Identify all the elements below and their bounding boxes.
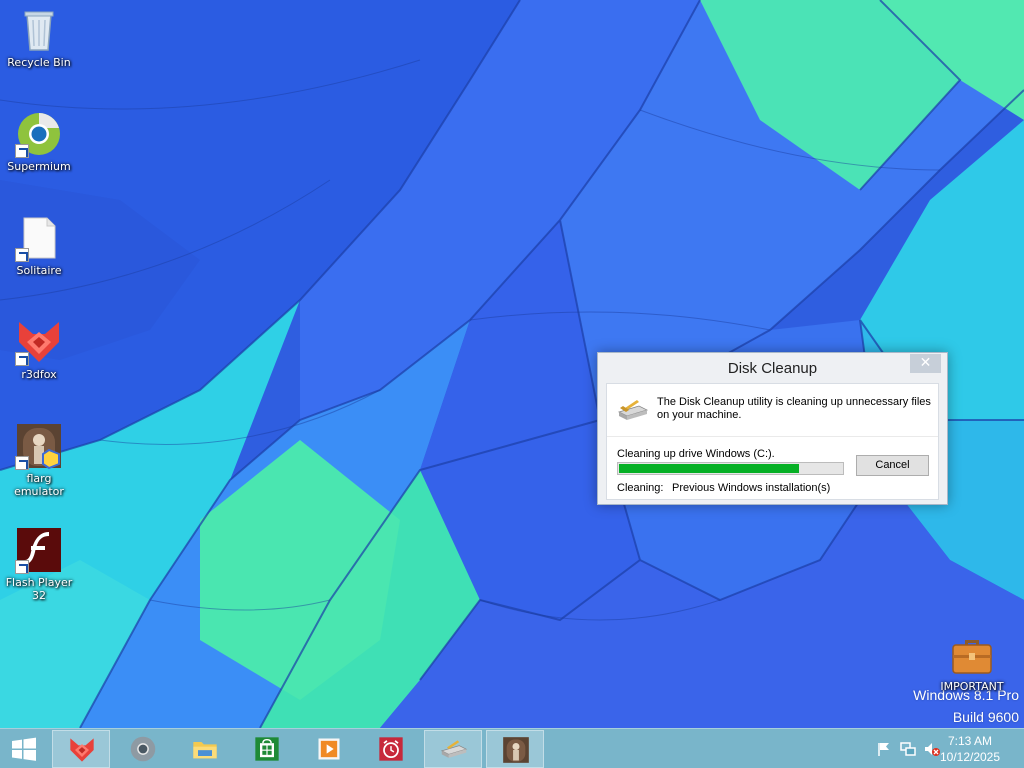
windows-logo-icon (12, 737, 36, 761)
flarg-emulator-icon (503, 737, 529, 763)
progress-fill (619, 464, 799, 473)
close-button[interactable]: ✕ (910, 354, 941, 373)
disk-cleanup-icon (617, 398, 649, 422)
flag-icon[interactable] (876, 741, 892, 757)
taskbar-button-flarg-emulator[interactable] (486, 730, 544, 768)
taskbar: 7:13 AM 10/12/2025 (0, 728, 1024, 768)
network-icon[interactable] (900, 741, 916, 757)
alarm-clock-icon (379, 737, 403, 761)
status-label: Cleaning: (617, 482, 664, 494)
blank-file-icon (15, 214, 63, 262)
flash-player-icon (15, 526, 63, 574)
supermium-browser-icon (130, 736, 156, 762)
desktop-icon-label: r3dfox (21, 368, 57, 381)
divider (607, 436, 938, 437)
r3dfox-browser-icon (70, 738, 94, 762)
desktop-icon-label: IMPORTANT (940, 680, 1004, 693)
clock-date: 10/12/2025 (939, 750, 1001, 764)
desktop-icon-label: Solitaire (16, 264, 62, 277)
desktop-icon-important[interactable]: IMPORTANT (934, 630, 1010, 693)
clock-time: 7:13 AM (947, 734, 993, 748)
shortcut-arrow-icon (15, 456, 29, 470)
desktop-icon-solitaire[interactable]: Solitaire (1, 214, 77, 277)
shortcut-arrow-icon (15, 352, 29, 366)
supermium-browser-icon (15, 110, 63, 158)
dialog-titlebar[interactable]: Disk Cleanup ✕ (598, 353, 947, 381)
desktop-icon-supermium[interactable]: Supermium (1, 110, 77, 173)
taskbar-button-r3dfox[interactable] (52, 730, 110, 768)
desktop-icon-label: Recycle Bin (7, 56, 71, 69)
taskbar-button-file-explorer[interactable] (176, 730, 234, 768)
dialog-message: The Disk Cleanup utility is cleaning up … (657, 396, 931, 421)
briefcase-icon (948, 630, 996, 678)
flarg-emulator-icon (15, 422, 63, 470)
desktop-icon-r3dfox[interactable]: r3dfox (1, 318, 77, 381)
status-value: Previous Windows installation(s) (672, 482, 831, 494)
recycle-bin-icon (15, 6, 63, 54)
progress-bar (617, 462, 844, 475)
cancel-button[interactable]: Cancel (856, 455, 929, 476)
desktop-icon-label: flarg emulator (14, 472, 64, 498)
taskbar-button-disk-cleanup[interactable] (424, 730, 482, 768)
shortcut-arrow-icon (15, 144, 29, 158)
taskbar-button-store[interactable] (238, 730, 296, 768)
taskbar-button-supermium[interactable] (114, 730, 172, 768)
desktop-icon-label: Flash Player 32 (5, 576, 73, 602)
desktop-icon-label: Supermium (7, 160, 71, 173)
dialog-body: The Disk Cleanup utility is cleaning up … (606, 383, 939, 500)
video-play-icon (318, 738, 340, 760)
clock[interactable]: 7:13 AM 10/12/2025 (930, 733, 1010, 765)
start-button[interactable] (0, 729, 48, 768)
desktop-icon-flarg-emulator[interactable]: flarg emulator (1, 422, 77, 498)
watermark-build: Build 9600 (952, 709, 1019, 725)
close-icon: ✕ (919, 355, 932, 371)
desktop-icon-flash-player[interactable]: Flash Player 32 (1, 526, 77, 602)
desktop-icon-recycle-bin[interactable]: Recycle Bin (1, 6, 77, 69)
disk-cleanup-dialog: Disk Cleanup ✕ The Disk Cleanup utility … (597, 352, 948, 505)
taskbar-button-video[interactable] (300, 730, 358, 768)
progress-label: Cleaning up drive Windows (C:). (617, 448, 775, 460)
r3dfox-browser-icon (15, 318, 63, 366)
folder-icon (193, 742, 217, 759)
dialog-title: Disk Cleanup (727, 360, 818, 377)
shortcut-arrow-icon (15, 560, 29, 574)
store-bag-icon (255, 737, 279, 761)
disk-cleanup-icon (440, 740, 468, 758)
shortcut-arrow-icon (15, 248, 29, 262)
system-tray: 7:13 AM 10/12/2025 (864, 729, 1024, 768)
taskbar-button-alarms[interactable] (362, 730, 420, 768)
